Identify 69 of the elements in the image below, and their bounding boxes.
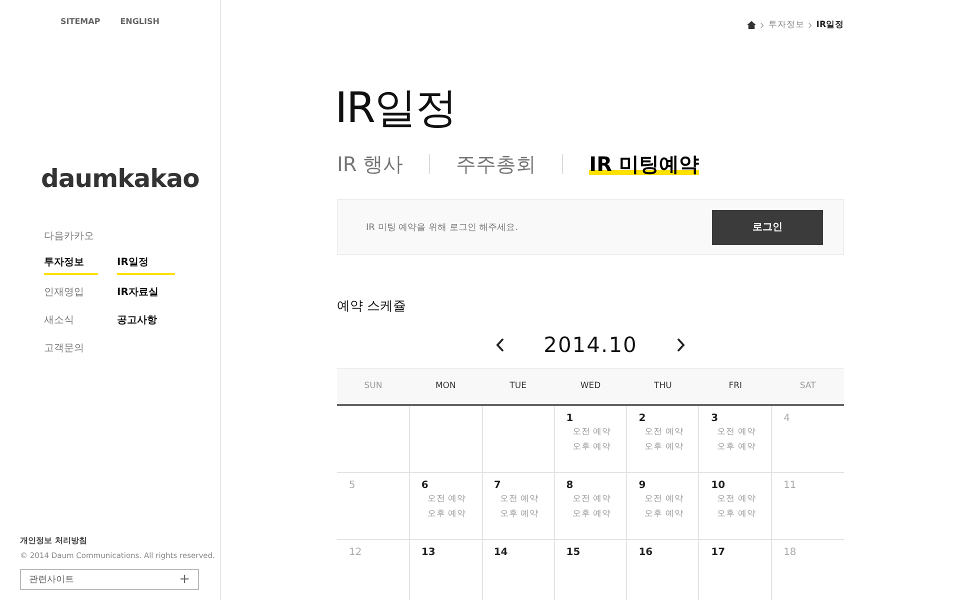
weekday-header: SUN bbox=[363, 380, 384, 394]
day-number: 13 bbox=[421, 546, 436, 560]
reservation-link[interactable]: 오후 예약 bbox=[500, 507, 539, 522]
day-number: 12 bbox=[349, 546, 362, 560]
subnav-item[interactable]: 공고사항 bbox=[117, 311, 157, 339]
reservation-link[interactable]: 오후 예약 bbox=[644, 507, 684, 522]
subnav-item[interactable]: IR일정 bbox=[117, 255, 176, 275]
previous-month-icon[interactable] bbox=[496, 338, 504, 352]
reservation-link[interactable]: 오전 예약 bbox=[572, 425, 611, 440]
day-number: 5 bbox=[349, 479, 356, 492]
day-number: 14 bbox=[494, 546, 508, 560]
day-number: 1 bbox=[566, 412, 574, 426]
day-number: 2 bbox=[638, 412, 646, 426]
weekday-header: MON bbox=[434, 380, 457, 394]
tab[interactable]: IR 행사 bbox=[337, 153, 404, 176]
top-link[interactable]: SITEMAP bbox=[60, 17, 100, 26]
page-title: IR일정 bbox=[335, 83, 458, 134]
day-number: 17 bbox=[711, 546, 726, 560]
reservation-link[interactable]: 오후 예약 bbox=[427, 507, 466, 522]
reservation-link[interactable]: 오전 예약 bbox=[427, 492, 466, 508]
weekday-header: WED bbox=[579, 380, 602, 394]
day-number: 15 bbox=[566, 546, 580, 560]
day-number: 10 bbox=[711, 479, 726, 492]
login-message: IR 미팅 예약을 위해 로그인 해주세요. bbox=[366, 222, 518, 234]
reservation-link[interactable]: 오후 예약 bbox=[572, 507, 611, 522]
day-number: 11 bbox=[784, 479, 796, 492]
reservation-link[interactable]: 오후 예약 bbox=[644, 440, 684, 456]
nav-item[interactable]: 새소식 bbox=[44, 311, 74, 339]
home-icon[interactable] bbox=[747, 21, 756, 29]
month-label: 2014.10 bbox=[544, 333, 638, 358]
privacy-link[interactable]: 개인정보 처리방침 bbox=[20, 535, 220, 546]
next-month-icon[interactable] bbox=[677, 338, 686, 352]
subnav-item[interactable]: IR자료실 bbox=[117, 283, 158, 311]
day-number: 16 bbox=[638, 546, 653, 560]
chevron-icon bbox=[760, 22, 764, 28]
day-number: 18 bbox=[784, 546, 796, 560]
breadcrumb-item[interactable]: 투자정보 bbox=[768, 19, 804, 31]
reservation-link[interactable]: 오후 예약 bbox=[717, 440, 756, 456]
top-link[interactable]: ENGLISH bbox=[120, 17, 160, 26]
reservation-link[interactable]: 오전 예약 bbox=[644, 492, 684, 508]
login-button[interactable]: 로그인 bbox=[712, 210, 823, 245]
day-number: 7 bbox=[494, 479, 501, 492]
day-number: 6 bbox=[421, 479, 428, 492]
logo[interactable]: daumkakao bbox=[41, 164, 220, 193]
tab[interactable]: 주주총회 bbox=[456, 153, 536, 176]
reservation-link[interactable]: 오전 예약 bbox=[572, 492, 611, 508]
chevron-icon bbox=[808, 22, 812, 28]
reservation-link[interactable]: 오전 예약 bbox=[717, 492, 756, 508]
day-number: 8 bbox=[566, 479, 574, 492]
weekday-header: FRI bbox=[728, 380, 743, 394]
nav-item[interactable]: 고객문의 bbox=[44, 339, 84, 367]
breadcrumb-item[interactable]: IR일정 bbox=[816, 19, 844, 31]
weekday-header: SAT bbox=[798, 380, 817, 394]
reservation-link[interactable]: 오전 예약 bbox=[644, 425, 684, 440]
weekday-header: TUE bbox=[508, 380, 528, 394]
reservation-link[interactable]: 오후 예약 bbox=[572, 440, 611, 456]
reservation-link[interactable]: 오전 예약 bbox=[500, 492, 539, 508]
nav-item[interactable]: 다음카카오 bbox=[44, 227, 94, 255]
tab[interactable]: IR 미팅예약 bbox=[589, 153, 699, 176]
day-number: 4 bbox=[784, 412, 790, 426]
reservation-link[interactable]: 오후 예약 bbox=[717, 507, 756, 522]
day-number: 3 bbox=[711, 412, 718, 426]
related-sites-dropdown[interactable]: 관련사이트 + bbox=[20, 569, 199, 590]
day-number: 9 bbox=[638, 479, 646, 492]
weekday-header: THU bbox=[653, 380, 673, 394]
reservation-link[interactable]: 오전 예약 bbox=[717, 425, 756, 440]
section-title: 예약 스케쥴 bbox=[337, 298, 408, 316]
nav-item[interactable]: 인재영입 bbox=[44, 283, 84, 311]
nav-item[interactable]: 투자정보 bbox=[44, 255, 98, 275]
